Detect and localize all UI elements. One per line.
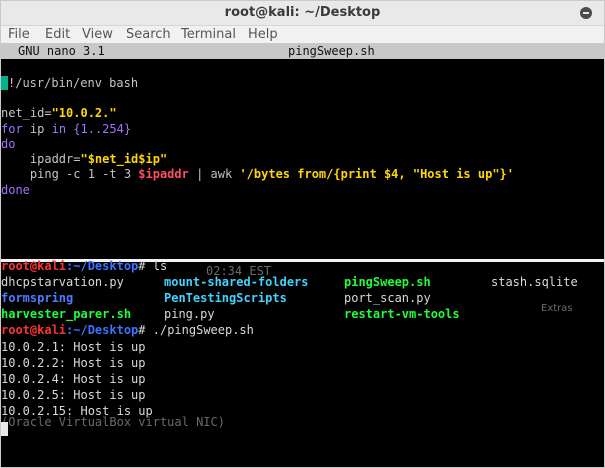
code-line-ping: ping -c 1 -t 3 $ipaddr | awk '/bytes fro… [1, 167, 514, 181]
ls-file: ping.py [164, 307, 215, 321]
ls-exec: pingSweep.sh [344, 275, 431, 289]
menu-help[interactable]: Help [248, 27, 278, 42]
code-line-ipaddr: ipaddr="$net_id$ip" [1, 152, 168, 166]
code-line-done: done [1, 183, 30, 197]
menu-terminal[interactable]: Terminal [181, 27, 236, 42]
result-line: 10.0.2.15: Host is up [1, 404, 153, 418]
menu-search[interactable]: Search [126, 27, 171, 42]
menu-view[interactable]: View [82, 27, 113, 42]
ls-file: port_scan.py [344, 291, 431, 305]
menu-edit[interactable]: Edit [45, 27, 70, 42]
code-line-do: do [1, 137, 16, 151]
terminal-area[interactable]: GNU nano 3.1 pingSweep.sh !/usr/bin/env … [1, 43, 604, 467]
window-title: root@kali: ~/Desktop [224, 5, 381, 20]
prompt-line-run: root@kali:~/Desktop# ./pingSweep.sh [1, 323, 254, 337]
prompt-line-ls: root@kali:~/Desktop# ls [1, 259, 168, 273]
ls-file: dhcpstarvation.py [1, 275, 124, 289]
nano-filename: pingSweep.sh [288, 44, 375, 58]
ls-exec: restart-vm-tools [344, 307, 460, 321]
code-line-for: for ip in {1..254} [1, 122, 132, 136]
ls-file: stash.sqlite [491, 275, 578, 289]
menu-file[interactable]: File [8, 27, 30, 42]
result-line: 10.0.2.2: Host is up [1, 356, 146, 370]
shell-cursor [1, 422, 8, 436]
result-line: 10.0.2.5: Host is up [1, 388, 146, 402]
ls-dir: PenTestingScripts [164, 291, 287, 305]
menu-bar: File Edit View Search Terminal Help [1, 26, 604, 44]
nano-header: GNU nano 3.1 pingSweep.sh [1, 43, 604, 59]
result-line: 10.0.2.4: Host is up [1, 372, 146, 386]
ls-exec: harvester_parer.sh [1, 307, 132, 321]
ls-dir: mount-shared-folders [164, 275, 309, 289]
code-line-netid: net_id="10.0.2." [1, 106, 117, 120]
ls-dir: formspring [1, 291, 74, 305]
nano-cursor [1, 76, 8, 90]
title-bar: root@kali: ~/Desktop [1, 1, 604, 26]
ghost-extras: Extras [541, 303, 573, 314]
close-icon[interactable] [580, 7, 592, 19]
result-line: 10.0.2.1: Host is up [1, 340, 146, 354]
nano-version: GNU nano 3.1 [18, 44, 105, 58]
code-line-shebang: !/usr/bin/env bash [1, 75, 138, 91]
terminal-window: root@kali: ~/Desktop File Edit View Sear… [0, 0, 605, 468]
